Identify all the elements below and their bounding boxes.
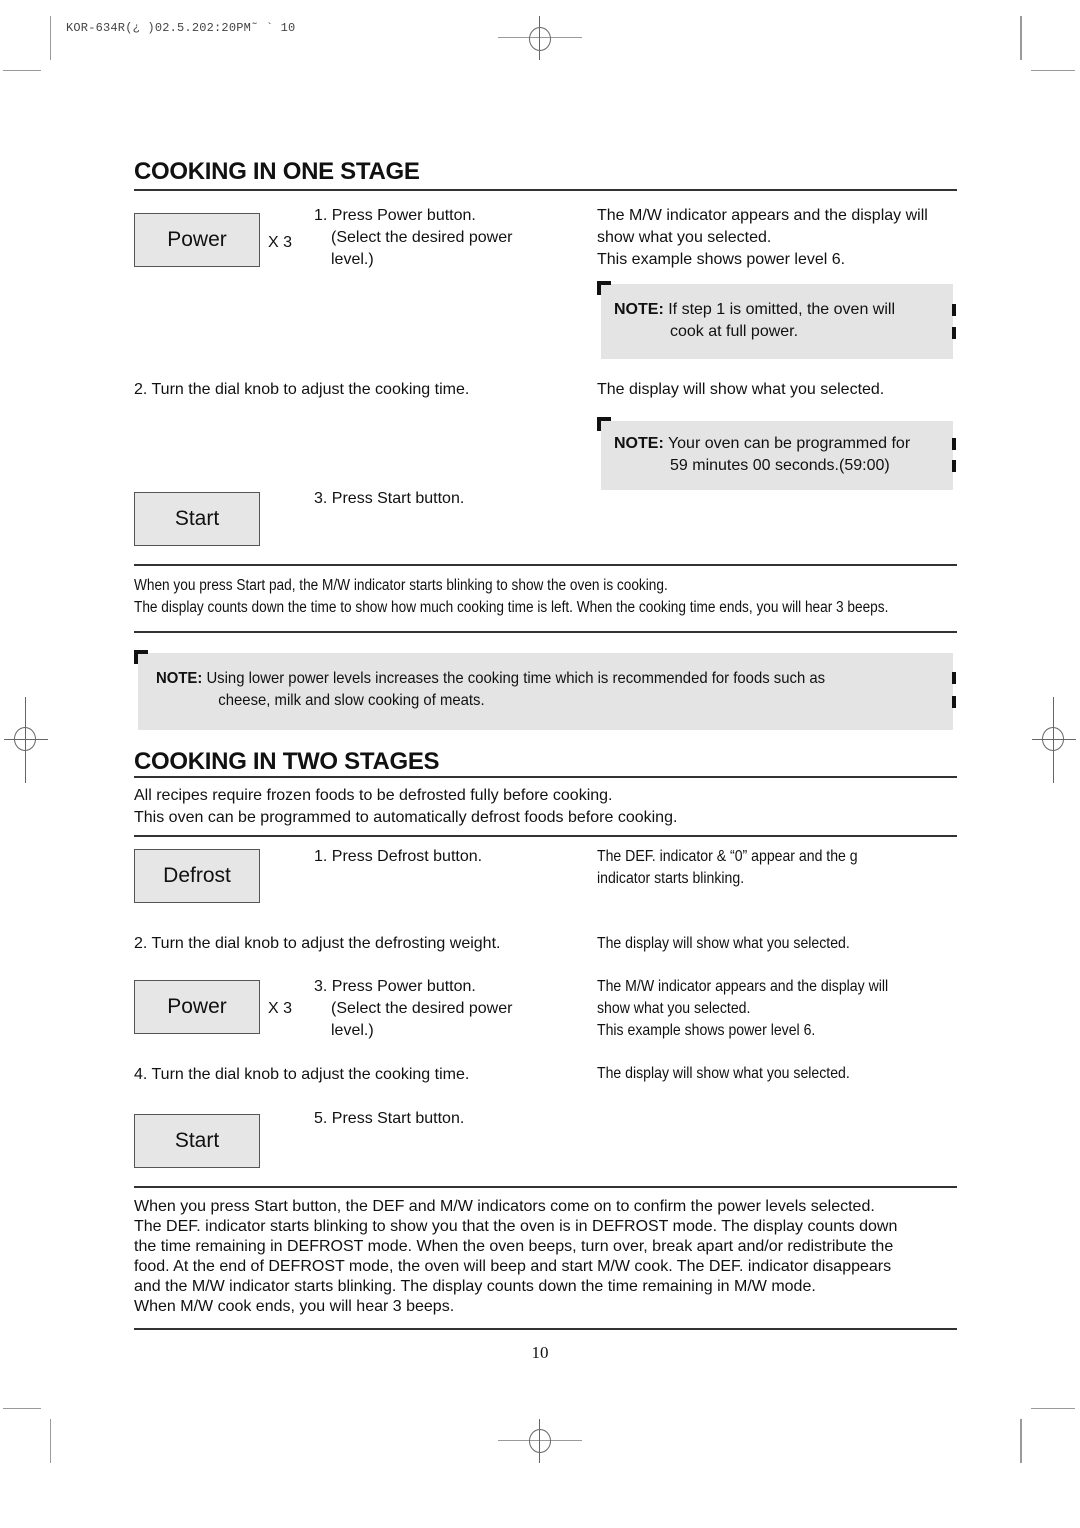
summary-line: When M/W cook ends, you will hear 3 beep…: [134, 1298, 455, 1315]
step-instruction: 4. Turn the dial knob to adjust the cook…: [134, 1066, 470, 1083]
print-header: KOR-634R(¿ )02.5.202:20PM˜ ` 10: [66, 21, 296, 35]
intro-line: All recipes require frozen foods to be d…: [134, 787, 613, 804]
crop-mark: [1020, 16, 1022, 60]
step-instruction: 5. Press Start button.: [314, 1110, 465, 1127]
divider: [134, 776, 957, 778]
result-text: The DEF. indicator & “0” appear and the …: [597, 848, 858, 865]
result-text: show what you selected.: [597, 1000, 751, 1017]
note-corner-icon: [134, 650, 148, 664]
crop-mark: [50, 1419, 51, 1463]
step-text: (Select the desired power: [331, 229, 513, 246]
divider: [134, 835, 957, 837]
summary-line: the time remaining in DEFROST mode. When…: [134, 1238, 894, 1255]
summary-text: When you press Start button, the DEF and…: [134, 1197, 897, 1317]
divider: [134, 631, 957, 633]
step-result: The display will show what you selected.: [597, 935, 850, 952]
section-title-two-stages: COOKING IN TWO STAGES: [134, 748, 440, 775]
summary-line: When you press Start button, the DEF and…: [134, 1198, 875, 1215]
note-label: NOTE:: [614, 435, 664, 452]
page-number: 10: [531, 1343, 549, 1362]
step-instruction: 2. Turn the dial knob to adjust the defr…: [134, 935, 501, 952]
power-button[interactable]: Power: [134, 980, 260, 1034]
step-instruction: 3. Press Power button. (Select the desir…: [314, 976, 512, 1042]
intro-line: This oven can be programmed to automatic…: [134, 809, 678, 826]
note-label: NOTE:: [156, 670, 203, 687]
step-instruction: 1. Press Defrost button.: [314, 848, 483, 865]
note-text: 59 minutes 00 seconds.(59:00): [670, 457, 890, 474]
note-text: cook at full power.: [670, 323, 799, 340]
crop-mark: [1031, 70, 1075, 71]
crop-mark: [1031, 1408, 1075, 1409]
step-text: 1. Press Power button.: [314, 207, 476, 224]
crop-mark: [1020, 1419, 1022, 1463]
note-bar-icon: [952, 460, 956, 472]
step-text: level.): [331, 1022, 374, 1039]
step-text: 3. Press Power button.: [314, 978, 476, 995]
divider: [134, 189, 957, 191]
step-result: The display will show what you selected.: [597, 381, 885, 398]
crop-mark: [3, 70, 41, 71]
divider: [134, 1328, 957, 1330]
note-bar-icon: [952, 696, 956, 708]
step-instruction: 1. Press Power button. (Select the desir…: [314, 205, 512, 271]
step-result: The display will show what you selected.: [597, 1065, 850, 1082]
divider: [134, 1186, 957, 1188]
press-count: X 3: [268, 234, 293, 251]
result-text: This example shows power level 6.: [597, 251, 846, 268]
defrost-button[interactable]: Defrost: [134, 849, 260, 903]
start-button[interactable]: Start: [134, 1114, 260, 1168]
note-text: Your oven can be programmed for: [667, 435, 911, 452]
summary-text: When you press Start pad, the M/W indica…: [134, 575, 888, 619]
result-text: This example shows power level 6.: [597, 1022, 816, 1039]
summary-line: and the M/W indicator starts blinking. T…: [134, 1278, 816, 1295]
intro-text: All recipes require frozen foods to be d…: [134, 785, 677, 829]
step-text: level.): [331, 251, 374, 268]
note-text: Using lower power levels increases the c…: [206, 670, 826, 687]
step-instruction: 3. Press Start button.: [314, 490, 465, 507]
start-button[interactable]: Start: [134, 492, 260, 546]
result-text: The M/W indicator appears and the displa…: [597, 978, 889, 995]
crop-mark: [50, 16, 51, 60]
step-instruction: 2. Turn the dial knob to adjust the cook…: [134, 381, 470, 398]
note-corner-icon: [597, 281, 611, 295]
summary-line: The display counts down the time to show…: [134, 599, 889, 616]
step-result: The M/W indicator appears and the displa…: [597, 976, 888, 1042]
note-bar-icon: [952, 304, 956, 316]
note-text: cheese, milk and slow cooking of meats.: [218, 692, 485, 709]
step-result: The M/W indicator appears and the displa…: [597, 205, 928, 271]
note-corner-icon: [597, 417, 611, 431]
summary-line: The DEF. indicator starts blinking to sh…: [134, 1218, 898, 1235]
note-label: NOTE:: [614, 301, 664, 318]
note-text: If step 1 is omitted, the oven will: [668, 301, 896, 318]
summary-line: food. At the end of DEFROST mode, the ov…: [134, 1258, 892, 1275]
result-text: indicator starts blinking.: [597, 870, 745, 887]
note-bar-icon: [952, 672, 956, 684]
section-title-one-stage: COOKING IN ONE STAGE: [134, 158, 420, 185]
result-text: The M/W indicator appears and the displa…: [597, 207, 928, 224]
note-bar-icon: [952, 438, 956, 450]
press-count: X 3: [268, 1000, 293, 1017]
crop-mark: [3, 1408, 41, 1409]
summary-line: When you press Start pad, the M/W indica…: [134, 577, 668, 594]
note-bar-icon: [952, 327, 956, 339]
power-button[interactable]: Power: [134, 213, 260, 267]
result-text: show what you selected.: [597, 229, 772, 246]
divider: [134, 564, 957, 566]
step-result: The DEF. indicator & “0” appear and the …: [597, 846, 858, 890]
step-text: (Select the desired power: [331, 1000, 513, 1017]
